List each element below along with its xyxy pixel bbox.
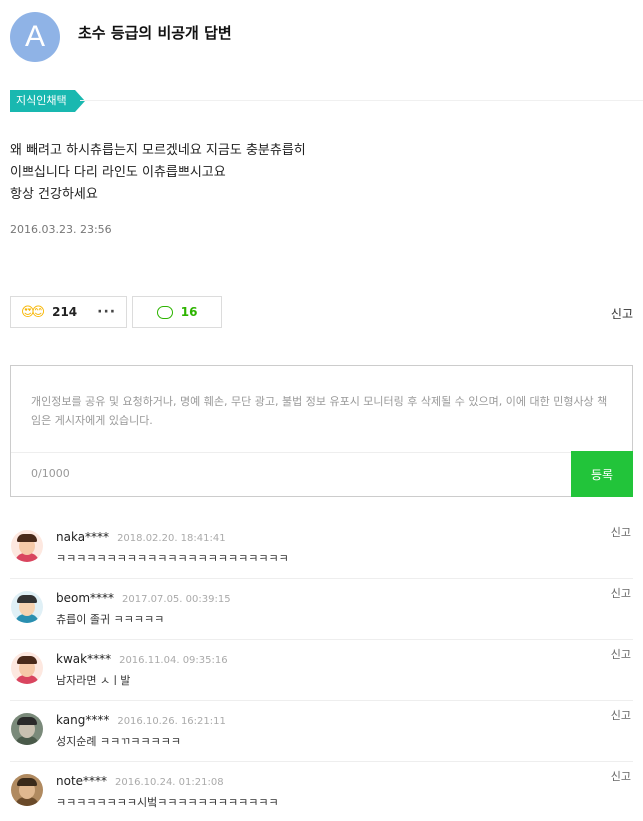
- answer-line: 왜 빼려고 하시츄릅는지 모르겠네요 지금도 충분츄릅히: [10, 143, 306, 158]
- avatar-hair: [17, 656, 37, 664]
- comment-text: ㅋㅋㅋㅋㅋㅋㅋㅋㅋㅋㅋㅋㅋㅋㅋㅋㅋㅋㅋㅋㅋㅋㅋ: [56, 552, 289, 565]
- avatar-hair: [17, 717, 37, 725]
- answer-body: 왜 빼려고 하시츄릅는지 모르겠네요 지금도 충분츄릅히 이쁘십니다 다리 라인…: [10, 140, 306, 206]
- comment-time: 2016.10.24. 01:21:08: [115, 777, 224, 788]
- comment-bubble-icon: [156, 305, 173, 319]
- commenter-avatar[interactable]: [11, 530, 43, 562]
- avatar-hair: [17, 534, 37, 542]
- comment-input-footer: 0/1000: [11, 452, 632, 496]
- commenter-id[interactable]: kang****: [56, 713, 109, 727]
- comment-time: 2018.02.20. 18:41:41: [117, 533, 226, 544]
- answer-line: 이쁘십니다 다리 라인도 이츄릅쁘시고요: [10, 165, 226, 180]
- reaction-bar: 😍😊 214 ··· 16: [10, 296, 223, 328]
- commenter-name[interactable]: naka**** 2018.02.20. 18:41:41: [56, 530, 226, 544]
- emoji-reaction-icon: 😍😊: [21, 304, 45, 320]
- commenter-avatar[interactable]: [11, 652, 43, 684]
- comment-item: kang**** 2016.10.26. 16:21:11 성지순례 ㅋㅋㄲㅋㅋㅋ…: [10, 701, 633, 762]
- avatar-hair: [17, 595, 37, 603]
- comment-text: 츄릅이 졸귀 ㅋㅋㅋㅋㅋ: [56, 613, 165, 626]
- comment-text: 성지순례 ㅋㅋㄲㅋㅋㅋㅋㅋ: [56, 735, 181, 748]
- answer-title[interactable]: 초수 등급의 비공개 답변: [78, 22, 232, 43]
- comment-item: note**** 2016.10.24. 01:21:08 ㅋㅋㅋㅋㅋㅋㅋㅋ시벜ㅋ…: [10, 762, 633, 821]
- report-comment-link[interactable]: 신고: [611, 768, 631, 784]
- report-comment-link[interactable]: 신고: [611, 585, 631, 601]
- comment-list: naka**** 2018.02.20. 18:41:41 ㅋㅋㅋㅋㅋㅋㅋㅋㅋㅋㅋ…: [10, 518, 633, 821]
- badge-wrapper: 지식인채택: [10, 89, 85, 112]
- commenter-id[interactable]: beom****: [56, 591, 114, 605]
- commenter-avatar[interactable]: [11, 591, 43, 623]
- comment-time: 2016.11.04. 09:35:16: [119, 655, 228, 666]
- commenter-id[interactable]: kwak****: [56, 652, 111, 666]
- like-count: 214: [52, 305, 78, 319]
- commenter-id[interactable]: note****: [56, 774, 107, 788]
- char-counter: 0/1000: [31, 467, 70, 480]
- divider: [80, 100, 643, 101]
- comment-time: 2016.10.26. 16:21:11: [117, 716, 226, 727]
- comment-toggle-button[interactable]: 16: [132, 296, 223, 328]
- comment-text: ㅋㅋㅋㅋㅋㅋㅋㅋ시벜ㅋㅋㅋㅋㅋㅋㅋㅋㅋㅋㅋㅋ: [56, 796, 279, 809]
- report-comment-link[interactable]: 신고: [611, 707, 631, 723]
- commenter-name[interactable]: kwak**** 2016.11.04. 09:35:16: [56, 652, 228, 666]
- report-comment-link[interactable]: 신고: [611, 524, 631, 540]
- comment-item: naka**** 2018.02.20. 18:41:41 ㅋㅋㅋㅋㅋㅋㅋㅋㅋㅋㅋ…: [10, 518, 633, 579]
- more-reactions-button[interactable]: ···: [97, 304, 116, 320]
- comment-count: 16: [180, 305, 198, 319]
- comment-time: 2017.07.05. 00:39:15: [122, 594, 231, 605]
- comment-input-placeholder[interactable]: 개인정보를 공유 및 요청하거나, 명예 훼손, 무단 광고, 불법 정보 유포…: [31, 392, 611, 430]
- comment-text: 남자라면 ㅅㅣ발: [56, 674, 131, 687]
- commenter-name[interactable]: beom**** 2017.07.05. 00:39:15: [56, 591, 231, 605]
- comment-item: beom**** 2017.07.05. 00:39:15 츄릅이 졸귀 ㅋㅋㅋㅋ…: [10, 579, 633, 640]
- report-answer-link[interactable]: 신고: [611, 305, 633, 322]
- commenter-avatar[interactable]: [11, 713, 43, 745]
- commenter-id[interactable]: naka****: [56, 530, 109, 544]
- commenter-name[interactable]: note**** 2016.10.24. 01:21:08: [56, 774, 224, 788]
- comment-input-box[interactable]: 개인정보를 공유 및 요청하거나, 명예 훼손, 무단 광고, 불법 정보 유포…: [10, 365, 633, 497]
- report-comment-link[interactable]: 신고: [611, 646, 631, 662]
- commenter-avatar[interactable]: [11, 774, 43, 806]
- user-avatar[interactable]: A: [10, 12, 60, 62]
- like-button[interactable]: 😍😊 214 ···: [10, 296, 128, 328]
- selected-answer-badge: 지식인채택: [10, 90, 85, 112]
- submit-comment-button[interactable]: 등록: [571, 451, 633, 497]
- answer-header: A 초수 등급의 비공개 답변: [10, 12, 232, 70]
- avatar-hair: [17, 778, 37, 786]
- answer-line: 항상 건강하세요: [10, 187, 98, 202]
- comment-item: kwak**** 2016.11.04. 09:35:16 남자라면 ㅅㅣ발 신고: [10, 640, 633, 701]
- answer-date: 2016.03.23. 23:56: [10, 223, 112, 236]
- commenter-name[interactable]: kang**** 2016.10.26. 16:21:11: [56, 713, 226, 727]
